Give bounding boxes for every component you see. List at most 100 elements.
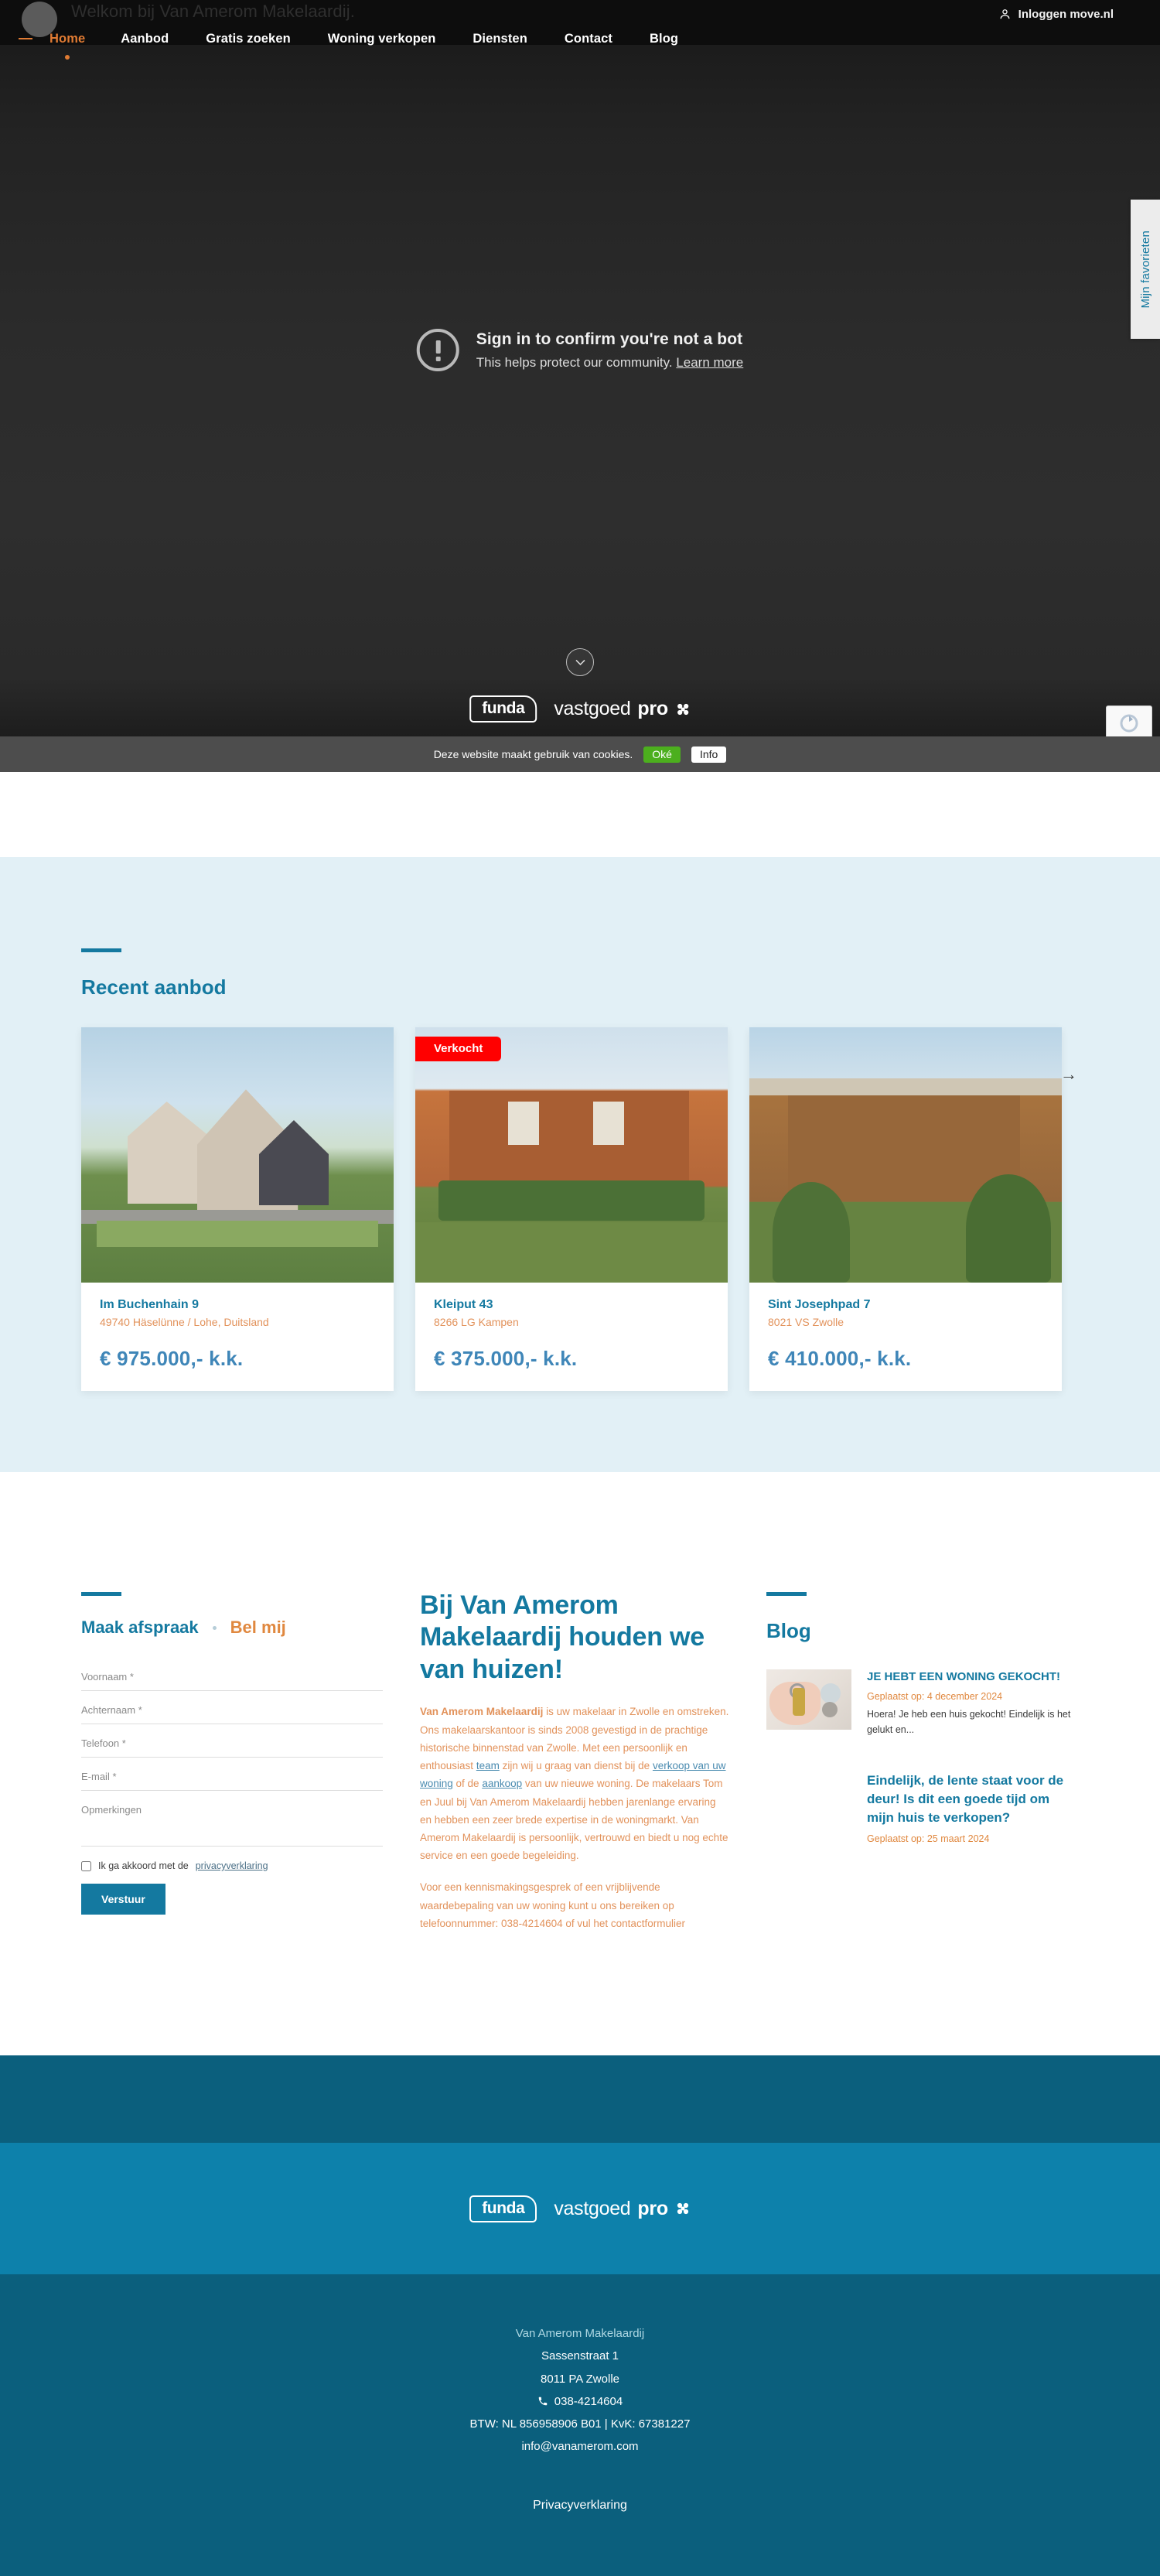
footer-street: Sassenstraat 1 bbox=[541, 2349, 619, 2363]
learn-more-link[interactable]: Learn more bbox=[676, 355, 743, 370]
about-heading: Bij Van Amerom Makelaardij houden we van… bbox=[420, 1590, 705, 1684]
vastgoedpro-logo: vastgoed pro bbox=[554, 698, 690, 720]
favorites-tab[interactable]: Mijn favorieten bbox=[1131, 200, 1160, 339]
field-achternaam bbox=[81, 1691, 383, 1724]
hero-partner-logos: funda vastgoed pro bbox=[469, 695, 691, 723]
field-email bbox=[81, 1758, 383, 1791]
section-rule bbox=[81, 948, 121, 952]
listing-card[interactable]: Verkocht Kleiput 43 8266 LG Kampen € 375… bbox=[415, 1027, 728, 1391]
listing-photo: Verkocht bbox=[415, 1027, 728, 1283]
about-text-d: van uw nieuwe woning. De makelaars Tom e… bbox=[420, 1778, 728, 1862]
consent-text: Ik ga akkoord met de bbox=[98, 1860, 189, 1871]
field-voornaam bbox=[81, 1658, 383, 1691]
scroll-down-button[interactable] bbox=[566, 648, 594, 676]
privacy-policy-link[interactable]: privacyverklaring bbox=[196, 1860, 268, 1871]
aankoop-link[interactable]: aankoop bbox=[482, 1778, 522, 1789]
listing-photo bbox=[81, 1027, 394, 1283]
recaptcha-icon bbox=[1120, 714, 1138, 733]
footer-phone-row[interactable]: 038-4214604 bbox=[537, 2390, 623, 2413]
bot-sub-text: This helps protect our community. bbox=[476, 354, 673, 370]
achternaam-input[interactable] bbox=[81, 1704, 383, 1716]
chevron-down-icon bbox=[575, 659, 585, 665]
hero-welcome-text: Welkom bij Van Amerom Makelaardij. bbox=[71, 2, 355, 21]
footer-privacy-link[interactable]: Privacyverklaring bbox=[0, 2499, 1160, 2513]
nav-dash-icon bbox=[19, 38, 32, 39]
vastgoed-text: vastgoed bbox=[554, 2197, 631, 2219]
footer-partner-logos: funda vastgoed pro bbox=[0, 2143, 1160, 2274]
phone-icon bbox=[538, 2397, 548, 2406]
field-opmerkingen bbox=[81, 1791, 383, 1847]
listing-zipcity: 8266 LG Kampen bbox=[434, 1316, 519, 1328]
listing-card[interactable]: Sint Josephpad 7 8021 VS Zwolle € 410.00… bbox=[749, 1027, 1062, 1391]
carousel-next-button[interactable]: → bbox=[1060, 1066, 1077, 1083]
nav-item-diensten[interactable]: Diensten bbox=[473, 32, 527, 46]
email-input[interactable] bbox=[81, 1771, 383, 1782]
footer-phone-number: 038-4214604 bbox=[554, 2394, 623, 2408]
bot-verification-message: Sign in to confirm you're not a bot This… bbox=[416, 329, 743, 371]
footer-city: 8011 PA Zwolle bbox=[540, 2372, 619, 2386]
opmerkingen-textarea[interactable] bbox=[81, 1803, 383, 1836]
cookie-accept-button[interactable]: Oké bbox=[643, 746, 681, 763]
nav-item-contact[interactable]: Contact bbox=[565, 32, 612, 46]
about-text-c: of de bbox=[452, 1778, 483, 1790]
nav-item-aanbod[interactable]: Aanbod bbox=[121, 32, 169, 46]
listing-address: Sint Josephpad 7 bbox=[768, 1298, 871, 1311]
section-rule bbox=[766, 1592, 807, 1596]
about-column: Bij Van Amerom Makelaardij houden we van… bbox=[420, 1472, 729, 1932]
listing-cards: Im Buchenhain 9 49740 Häselünne / Lohe, … bbox=[81, 1027, 1079, 1391]
pro-text: pro bbox=[637, 2197, 668, 2219]
team-link[interactable]: team bbox=[476, 1760, 500, 1771]
submit-button[interactable]: Verstuur bbox=[81, 1884, 165, 1915]
blog-post-title[interactable]: JE HEBT EEN WONING GEKOCHT! bbox=[867, 1669, 1076, 1685]
tab-maak-afspraak[interactable]: Maak afspraak bbox=[81, 1618, 199, 1638]
privacy-consent-row[interactable]: Ik ga akkoord met de privacyverklaring bbox=[81, 1860, 383, 1871]
recaptcha-badge[interactable] bbox=[1106, 705, 1152, 736]
login-move-button[interactable]: Inloggen move.nl bbox=[998, 8, 1114, 21]
pro-text: pro bbox=[637, 698, 668, 719]
alert-icon bbox=[416, 329, 459, 371]
nav-item-blog[interactable]: Blog bbox=[650, 32, 678, 46]
vastgoed-text: vastgoed bbox=[554, 698, 631, 719]
listing-price: € 975.000,- k.k. bbox=[100, 1347, 244, 1370]
favorites-label: Mijn favorieten bbox=[1138, 230, 1152, 309]
footer-email[interactable]: info@vanamerom.com bbox=[0, 2435, 1160, 2458]
footer-contact-info: Van Amerom Makelaardij Sassenstraat 1 80… bbox=[0, 2274, 1160, 2576]
about-paragraph-1: Van Amerom Makelaardij is uw makelaar in… bbox=[420, 1703, 729, 1864]
blog-thumbnail bbox=[766, 1669, 851, 1730]
person-icon bbox=[998, 8, 1012, 21]
voornaam-input[interactable] bbox=[81, 1671, 383, 1683]
recent-section-title: Recent aanbod bbox=[81, 975, 227, 999]
recent-listings-section: Recent aanbod ← → Im Buchenhain 9 49740 … bbox=[0, 857, 1160, 1472]
privacy-consent-checkbox[interactable] bbox=[81, 1860, 91, 1871]
about-company-strong: Van Amerom Makelaardij bbox=[420, 1706, 544, 1718]
listing-zipcity: 49740 Häselünne / Lohe, Duitsland bbox=[100, 1316, 269, 1328]
cookie-text: Deze website maakt gebruik van cookies. bbox=[433, 748, 633, 760]
bot-title: Sign in to confirm you're not a bot bbox=[476, 330, 743, 348]
blog-post-date: Geplaatst op: 25 maart 2024 bbox=[867, 1833, 990, 1844]
blog-post-item[interactable]: Eindelijk, de lente staat voor de deur! … bbox=[766, 1771, 1076, 1843]
blog-section-title: Blog bbox=[766, 1619, 811, 1642]
about-paragraph-2: Voor een kennismakingsgesprek of een vri… bbox=[420, 1881, 685, 1929]
listing-address: Kleiput 43 bbox=[434, 1298, 493, 1311]
listing-card[interactable]: Im Buchenhain 9 49740 Häselünne / Lohe, … bbox=[81, 1027, 394, 1391]
blog-post-item[interactable]: JE HEBT EEN WONING GEKOCHT! Geplaatst op… bbox=[766, 1669, 1076, 1737]
main-navigation: Home Aanbod Gratis zoeken Woning verkope… bbox=[0, 20, 1160, 57]
footer-company-name: Van Amerom Makelaardij bbox=[515, 2327, 645, 2340]
status-badge: Verkocht bbox=[415, 1037, 502, 1061]
form-tabs: Maak afspraak Bel mij bbox=[81, 1618, 383, 1638]
hero-video-area: Welkom bij Van Amerom Makelaardij. Inlog… bbox=[0, 0, 1160, 736]
footer-top-band bbox=[0, 2055, 1160, 2143]
footer-registration: BTW: NL 856958906 B01 | KvK: 67381227 bbox=[469, 2417, 691, 2431]
nav-item-home[interactable]: Home bbox=[49, 32, 85, 46]
cookie-info-button[interactable]: Info bbox=[691, 746, 727, 763]
telefoon-input[interactable] bbox=[81, 1737, 383, 1749]
blog-post-date: Geplaatst op: 4 december 2024 bbox=[867, 1691, 1003, 1703]
blog-column: Blog JE HEBT EEN WONING GEKOCHT! Geplaat… bbox=[766, 1472, 1076, 1932]
nav-item-gratis-zoeken[interactable]: Gratis zoeken bbox=[206, 32, 291, 46]
field-telefoon bbox=[81, 1724, 383, 1758]
tab-separator-dot-icon bbox=[212, 1625, 217, 1630]
vastgoedpro-mark-icon bbox=[677, 2202, 688, 2215]
nav-item-woning-verkopen[interactable]: Woning verkopen bbox=[328, 32, 436, 46]
tab-bel-mij[interactable]: Bel mij bbox=[230, 1618, 286, 1638]
blog-post-title[interactable]: Eindelijk, de lente staat voor de deur! … bbox=[867, 1771, 1076, 1826]
